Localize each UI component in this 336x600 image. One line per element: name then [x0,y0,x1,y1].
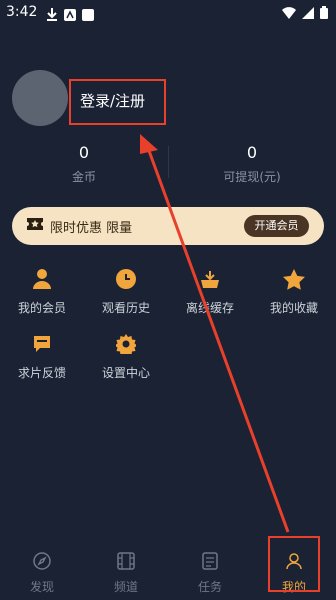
tab-channels[interactable]: 频道 [98,552,154,595]
avatar[interactable] [12,70,68,126]
signal-icon [302,6,314,19]
status-indicators [282,6,328,19]
menu-label: 求片反馈 [17,366,66,380]
tab-label: 任务 [197,580,222,594]
app-notification-icon [64,6,76,25]
menu-label: 设置中心 [101,366,150,380]
star-icon [254,267,334,291]
wifi-icon [282,6,296,19]
compass-icon [33,552,51,570]
coins-label: 金币 [71,170,96,184]
menu-my-membership[interactable]: 我的会员 [2,267,82,316]
status-bar: 3:42 [0,0,336,26]
tab-label: 频道 [113,580,138,594]
withdrawable-label: 可提现(元) [223,170,281,184]
withdrawable-value: 0 [246,143,258,162]
menu-label: 我的会员 [17,301,66,315]
download-icon [46,6,58,25]
clock-icon [86,267,166,291]
download-icon [170,267,250,291]
menu-label: 观看历史 [101,301,150,315]
open-vip-button[interactable]: 开通会员 [244,215,309,237]
tab-discover[interactable]: 发现 [14,552,70,595]
menu-request-feedback[interactable]: 求片反馈 [2,332,82,381]
chat-icon [2,332,82,356]
tab-tasks[interactable]: 任务 [182,552,238,595]
battery-icon [320,6,328,19]
app-notification-icon [82,6,94,25]
stat-divider [168,146,169,178]
withdrawable-stat[interactable]: 0 可提现(元) [202,143,302,185]
gear-icon [86,332,166,356]
menu-offline-cache[interactable]: 离线缓存 [170,267,250,316]
status-time: 3:42 [6,4,38,20]
person-icon [2,267,82,291]
menu-my-favorites[interactable]: 我的收藏 [254,267,334,316]
task-icon [202,552,218,570]
annotation-highlight-tab [268,536,320,592]
vip-promo-text: 限时优惠 限量 [50,221,133,236]
menu-settings-center[interactable]: 设置中心 [86,332,166,381]
film-icon [117,552,135,570]
coins-value: 0 [78,143,90,162]
tab-label: 发现 [29,580,54,594]
ticket-icon [26,216,44,236]
menu-watch-history[interactable]: 观看历史 [86,267,166,316]
menu-label: 离线缓存 [185,301,234,315]
coins-stat[interactable]: 0 金币 [34,143,134,185]
login-register-link[interactable]: 登录/注册 [80,90,145,111]
menu-label: 我的收藏 [269,301,318,315]
